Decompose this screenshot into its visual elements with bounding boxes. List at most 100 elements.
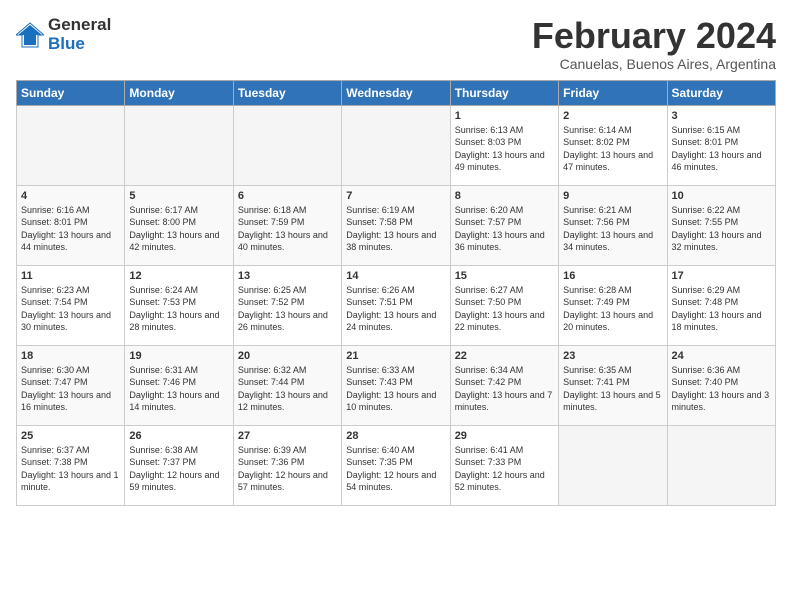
day-number: 6 xyxy=(238,190,337,202)
day-info: Sunrise: 6:31 AM Sunset: 7:46 PM Dayligh… xyxy=(129,364,228,414)
day-number: 29 xyxy=(455,430,554,442)
day-number: 23 xyxy=(563,350,662,362)
day-number: 2 xyxy=(563,110,662,122)
calendar-cell xyxy=(667,425,775,505)
day-info: Sunrise: 6:15 AM Sunset: 8:01 PM Dayligh… xyxy=(672,124,771,174)
day-info: Sunrise: 6:35 AM Sunset: 7:41 PM Dayligh… xyxy=(563,364,662,414)
day-info: Sunrise: 6:38 AM Sunset: 7:37 PM Dayligh… xyxy=(129,444,228,494)
calendar-cell: 4 Sunrise: 6:16 AM Sunset: 8:01 PM Daylig… xyxy=(17,185,125,265)
calendar-header-row: SundayMondayTuesdayWednesdayThursdayFrid… xyxy=(17,80,776,105)
calendar-week-row: 4 Sunrise: 6:16 AM Sunset: 8:01 PM Daylig… xyxy=(17,185,776,265)
calendar-cell: 2 Sunrise: 6:14 AM Sunset: 8:02 PM Daylig… xyxy=(559,105,667,185)
day-info: Sunrise: 6:39 AM Sunset: 7:36 PM Dayligh… xyxy=(238,444,337,494)
day-info: Sunrise: 6:17 AM Sunset: 8:00 PM Dayligh… xyxy=(129,204,228,254)
day-number: 1 xyxy=(455,110,554,122)
day-number: 13 xyxy=(238,270,337,282)
calendar-cell xyxy=(125,105,233,185)
day-number: 19 xyxy=(129,350,228,362)
day-info: Sunrise: 6:21 AM Sunset: 7:56 PM Dayligh… xyxy=(563,204,662,254)
day-info: Sunrise: 6:18 AM Sunset: 7:59 PM Dayligh… xyxy=(238,204,337,254)
calendar-cell xyxy=(17,105,125,185)
day-number: 3 xyxy=(672,110,771,122)
day-info: Sunrise: 6:24 AM Sunset: 7:53 PM Dayligh… xyxy=(129,284,228,334)
day-info: Sunrise: 6:28 AM Sunset: 7:49 PM Dayligh… xyxy=(563,284,662,334)
day-number: 15 xyxy=(455,270,554,282)
calendar-cell: 24 Sunrise: 6:36 AM Sunset: 7:40 PM Dayli… xyxy=(667,345,775,425)
calendar-cell: 20 Sunrise: 6:32 AM Sunset: 7:44 PM Dayli… xyxy=(233,345,341,425)
calendar-week-row: 25 Sunrise: 6:37 AM Sunset: 7:38 PM Dayli… xyxy=(17,425,776,505)
day-info: Sunrise: 6:14 AM Sunset: 8:02 PM Dayligh… xyxy=(563,124,662,174)
day-number: 12 xyxy=(129,270,228,282)
header-day-wednesday: Wednesday xyxy=(342,80,450,105)
day-number: 21 xyxy=(346,350,445,362)
calendar-cell: 19 Sunrise: 6:31 AM Sunset: 7:46 PM Dayli… xyxy=(125,345,233,425)
day-number: 8 xyxy=(455,190,554,202)
day-info: Sunrise: 6:32 AM Sunset: 7:44 PM Dayligh… xyxy=(238,364,337,414)
calendar-cell: 26 Sunrise: 6:38 AM Sunset: 7:37 PM Dayli… xyxy=(125,425,233,505)
title-block: February 2024 Canuelas, Buenos Aires, Ar… xyxy=(532,16,776,72)
calendar-cell: 23 Sunrise: 6:35 AM Sunset: 7:41 PM Dayli… xyxy=(559,345,667,425)
day-number: 10 xyxy=(672,190,771,202)
calendar-cell: 25 Sunrise: 6:37 AM Sunset: 7:38 PM Dayli… xyxy=(17,425,125,505)
day-number: 24 xyxy=(672,350,771,362)
calendar-week-row: 11Sunrise: 6:23 AM Sunset: 7:54 PM Dayli… xyxy=(17,265,776,345)
day-info: Sunrise: 6:19 AM Sunset: 7:58 PM Dayligh… xyxy=(346,204,445,254)
day-info: Sunrise: 6:13 AM Sunset: 8:03 PM Dayligh… xyxy=(455,124,554,174)
day-info: Sunrise: 6:27 AM Sunset: 7:50 PM Dayligh… xyxy=(455,284,554,334)
day-info: Sunrise: 6:20 AM Sunset: 7:57 PM Dayligh… xyxy=(455,204,554,254)
calendar-week-row: 18 Sunrise: 6:30 AM Sunset: 7:47 PM Dayli… xyxy=(17,345,776,425)
calendar-table: SundayMondayTuesdayWednesdayThursdayFrid… xyxy=(16,80,776,506)
day-info: Sunrise: 6:40 AM Sunset: 7:35 PM Dayligh… xyxy=(346,444,445,494)
day-info: Sunrise: 6:37 AM Sunset: 7:38 PM Dayligh… xyxy=(21,444,120,494)
header-day-saturday: Saturday xyxy=(667,80,775,105)
day-info: Sunrise: 6:23 AM Sunset: 7:54 PM Dayligh… xyxy=(21,284,120,334)
day-info: Sunrise: 6:33 AM Sunset: 7:43 PM Dayligh… xyxy=(346,364,445,414)
calendar-cell: 10 Sunrise: 6:22 AM Sunset: 7:55 PM Dayli… xyxy=(667,185,775,265)
calendar-cell: 6 Sunrise: 6:18 AM Sunset: 7:59 PM Daylig… xyxy=(233,185,341,265)
day-info: Sunrise: 6:30 AM Sunset: 7:47 PM Dayligh… xyxy=(21,364,120,414)
calendar-cell: 15 Sunrise: 6:27 AM Sunset: 7:50 PM Dayli… xyxy=(450,265,558,345)
logo-blue: Blue xyxy=(48,34,85,53)
day-number: 17 xyxy=(672,270,771,282)
day-info: Sunrise: 6:22 AM Sunset: 7:55 PM Dayligh… xyxy=(672,204,771,254)
calendar-cell: 9 Sunrise: 6:21 AM Sunset: 7:56 PM Daylig… xyxy=(559,185,667,265)
calendar-cell xyxy=(559,425,667,505)
day-number: 4 xyxy=(21,190,120,202)
logo: General Blue xyxy=(16,16,111,53)
calendar-cell: 14 Sunrise: 6:26 AM Sunset: 7:51 PM Dayli… xyxy=(342,265,450,345)
calendar-cell: 1 Sunrise: 6:13 AM Sunset: 8:03 PM Daylig… xyxy=(450,105,558,185)
day-number: 25 xyxy=(21,430,120,442)
calendar-cell: 3 Sunrise: 6:15 AM Sunset: 8:01 PM Daylig… xyxy=(667,105,775,185)
day-number: 20 xyxy=(238,350,337,362)
header-day-sunday: Sunday xyxy=(17,80,125,105)
day-number: 26 xyxy=(129,430,228,442)
day-info: Sunrise: 6:34 AM Sunset: 7:42 PM Dayligh… xyxy=(455,364,554,414)
calendar-cell: 21 Sunrise: 6:33 AM Sunset: 7:43 PM Dayli… xyxy=(342,345,450,425)
day-info: Sunrise: 6:36 AM Sunset: 7:40 PM Dayligh… xyxy=(672,364,771,414)
day-number: 5 xyxy=(129,190,228,202)
calendar-cell: 5 Sunrise: 6:17 AM Sunset: 8:00 PM Daylig… xyxy=(125,185,233,265)
month-title: February 2024 xyxy=(532,16,776,56)
day-info: Sunrise: 6:26 AM Sunset: 7:51 PM Dayligh… xyxy=(346,284,445,334)
logo-general: General xyxy=(48,15,111,34)
calendar-cell: 18 Sunrise: 6:30 AM Sunset: 7:47 PM Dayli… xyxy=(17,345,125,425)
day-number: 14 xyxy=(346,270,445,282)
day-number: 27 xyxy=(238,430,337,442)
calendar-cell: 17Sunrise: 6:29 AM Sunset: 7:48 PM Dayli… xyxy=(667,265,775,345)
calendar-cell: 28Sunrise: 6:40 AM Sunset: 7:35 PM Dayli… xyxy=(342,425,450,505)
calendar-cell: 12 Sunrise: 6:24 AM Sunset: 7:53 PM Dayli… xyxy=(125,265,233,345)
calendar-cell xyxy=(342,105,450,185)
calendar-week-row: 1 Sunrise: 6:13 AM Sunset: 8:03 PM Daylig… xyxy=(17,105,776,185)
header-day-tuesday: Tuesday xyxy=(233,80,341,105)
calendar-cell xyxy=(233,105,341,185)
day-number: 9 xyxy=(563,190,662,202)
day-number: 18 xyxy=(21,350,120,362)
calendar-cell: 29 Sunrise: 6:41 AM Sunset: 7:33 PM Dayli… xyxy=(450,425,558,505)
header-day-monday: Monday xyxy=(125,80,233,105)
day-info: Sunrise: 6:41 AM Sunset: 7:33 PM Dayligh… xyxy=(455,444,554,494)
logo-icon xyxy=(16,21,44,49)
day-info: Sunrise: 6:16 AM Sunset: 8:01 PM Dayligh… xyxy=(21,204,120,254)
day-number: 16 xyxy=(563,270,662,282)
calendar-cell: 11Sunrise: 6:23 AM Sunset: 7:54 PM Dayli… xyxy=(17,265,125,345)
day-number: 22 xyxy=(455,350,554,362)
